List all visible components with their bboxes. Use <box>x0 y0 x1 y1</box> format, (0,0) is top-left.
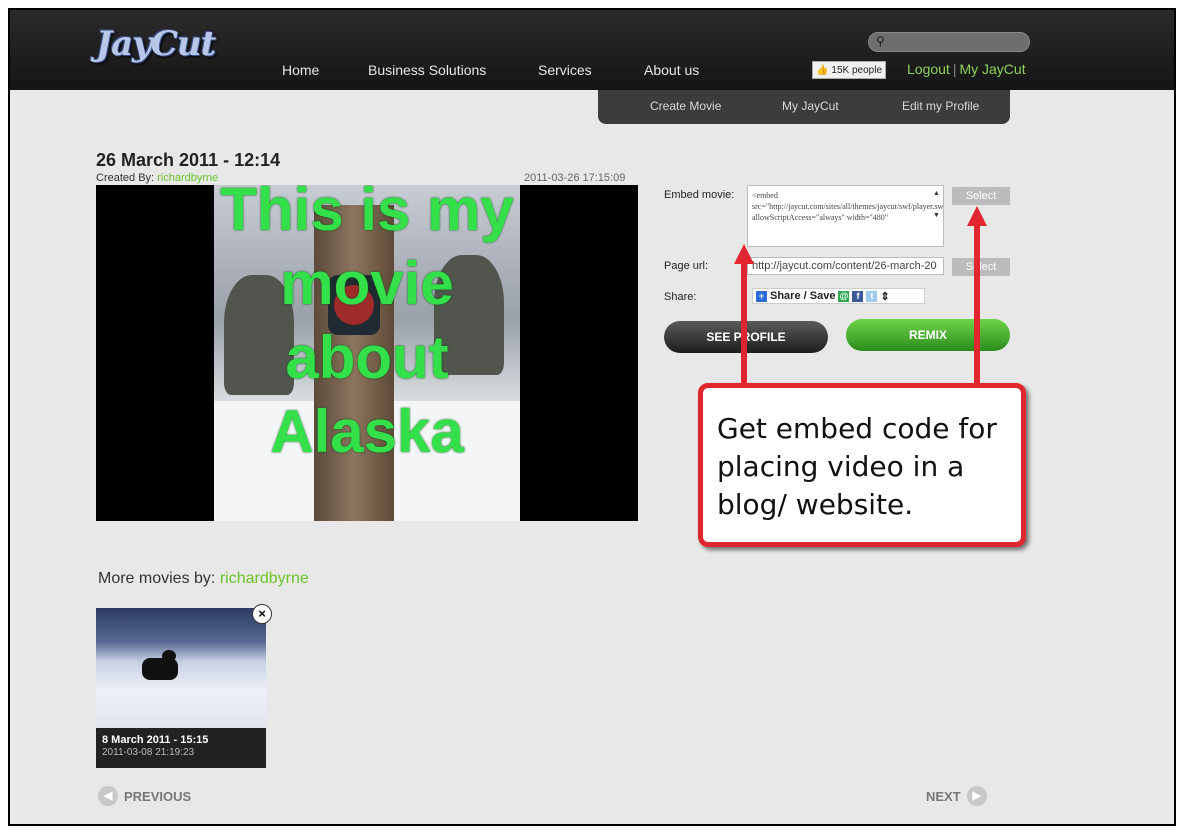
caption-line: about <box>285 324 449 391</box>
plus-icon: + <box>756 290 767 302</box>
caption-line: Alaska <box>270 398 464 465</box>
textarea-scrollbar[interactable]: ▲ ▼ <box>931 188 942 221</box>
annotation-arrow <box>974 224 980 386</box>
select-embed-button[interactable]: Select <box>952 187 1010 205</box>
search-input[interactable]: ⚲ <box>868 32 1030 52</box>
callout-text: Get embed code for placing video in a bl… <box>717 412 997 521</box>
email-icon: @ <box>838 290 850 302</box>
share-save-widget[interactable]: + Share / Save @ f t ⇕ <box>752 288 925 304</box>
embed-code-text: <embed src="http://jaycut.com/sites/all/… <box>752 191 944 222</box>
page-url-field[interactable]: http://jaycut.com/content/26-march-20 <box>747 257 944 275</box>
share-save-label: Share / Save <box>770 290 836 302</box>
more-movies-heading: More movies by: richardbyrne <box>98 570 309 588</box>
video-player[interactable]: This is my movie about Alaska <box>96 185 638 521</box>
subnav-create-movie[interactable]: Create Movie <box>650 99 721 113</box>
select-url-button[interactable]: Select <box>952 258 1010 276</box>
dropdown-chevron-icon: ⇕ <box>880 290 890 303</box>
annotation-callout: Get embed code for placing video in a bl… <box>698 383 1026 547</box>
video-caption: This is my movie about Alaska <box>96 185 638 469</box>
embed-code-textarea[interactable]: <embed src="http://jaycut.com/sites/all/… <box>747 185 944 247</box>
caption-line: This is my <box>220 185 514 243</box>
previous-button[interactable]: ◀ PREVIOUS <box>98 786 191 806</box>
dog-silhouette <box>162 650 176 662</box>
search-icon: ⚲ <box>876 34 885 48</box>
created-by-label: Created By: <box>96 172 155 184</box>
jaycut-logo[interactable]: JayCut <box>96 24 216 64</box>
movie-title: 26 March 2011 - 12:14 <box>96 150 281 170</box>
chevron-right-icon: ▶ <box>966 786 987 806</box>
top-navigation-bar: JayCut Home Business Solutions Services … <box>10 10 1174 90</box>
facebook-like-button[interactable]: 👍 15K people <box>812 61 886 79</box>
next-button[interactable]: NEXT ▶ <box>926 786 987 806</box>
close-icon[interactable]: × <box>252 604 272 624</box>
sub-navigation: Create Movie My JayCut Edit my Profile <box>598 90 1010 124</box>
annotation-arrow-head <box>967 206 987 226</box>
nav-services-link[interactable]: Services <box>538 62 592 78</box>
user-links-separator: | <box>952 61 957 77</box>
movie-timestamp: 2011-03-26 17:15:09 <box>524 172 626 184</box>
twitter-icon: t <box>866 290 878 302</box>
previous-label: PREVIOUS <box>124 788 192 804</box>
dog-silhouette <box>142 658 178 680</box>
remix-button[interactable]: REMIX <box>846 319 1010 351</box>
more-movies-author-link[interactable]: richardbyrne <box>220 570 309 587</box>
subnav-edit-profile[interactable]: Edit my Profile <box>902 99 979 113</box>
page-url-label: Page url: <box>664 260 709 272</box>
created-by: Created By: richardbyrne <box>96 172 218 184</box>
subnav-my-jaycut[interactable]: My JayCut <box>782 99 839 113</box>
my-jaycut-link[interactable]: My JayCut <box>959 61 1025 77</box>
thumbnail-image <box>96 608 266 728</box>
nav-business-solutions-link[interactable]: Business Solutions <box>368 62 486 78</box>
logout-link[interactable]: Logout <box>907 61 950 77</box>
facebook-icon: f <box>852 290 864 302</box>
chevron-left-icon: ◀ <box>98 786 118 806</box>
nav-about-us-link[interactable]: About us <box>644 62 699 78</box>
movie-thumbnail-card[interactable]: 8 March 2011 - 15:15 2011-03-08 21:19:23 <box>96 608 266 768</box>
user-links: Logout | My JayCut <box>907 61 1026 77</box>
thumbnail-date: 2011-03-08 21:19:23 <box>102 747 195 758</box>
author-link[interactable]: richardbyrne <box>157 172 218 184</box>
next-label: NEXT <box>926 788 961 804</box>
thumbnail-title: 8 March 2011 - 15:15 <box>102 734 209 746</box>
annotation-arrow <box>741 262 747 386</box>
thumbs-up-icon: 👍 <box>815 64 829 76</box>
more-movies-label: More movies by: <box>98 570 216 587</box>
annotation-arrow-head <box>734 244 754 264</box>
embed-label: Embed movie: <box>664 189 735 201</box>
nav-home-link[interactable]: Home <box>282 62 319 78</box>
page-frame: JayCut Home Business Solutions Services … <box>8 8 1176 826</box>
share-label: Share: <box>664 291 697 303</box>
like-count: 15K people <box>831 64 883 76</box>
caption-line: movie <box>280 250 454 317</box>
